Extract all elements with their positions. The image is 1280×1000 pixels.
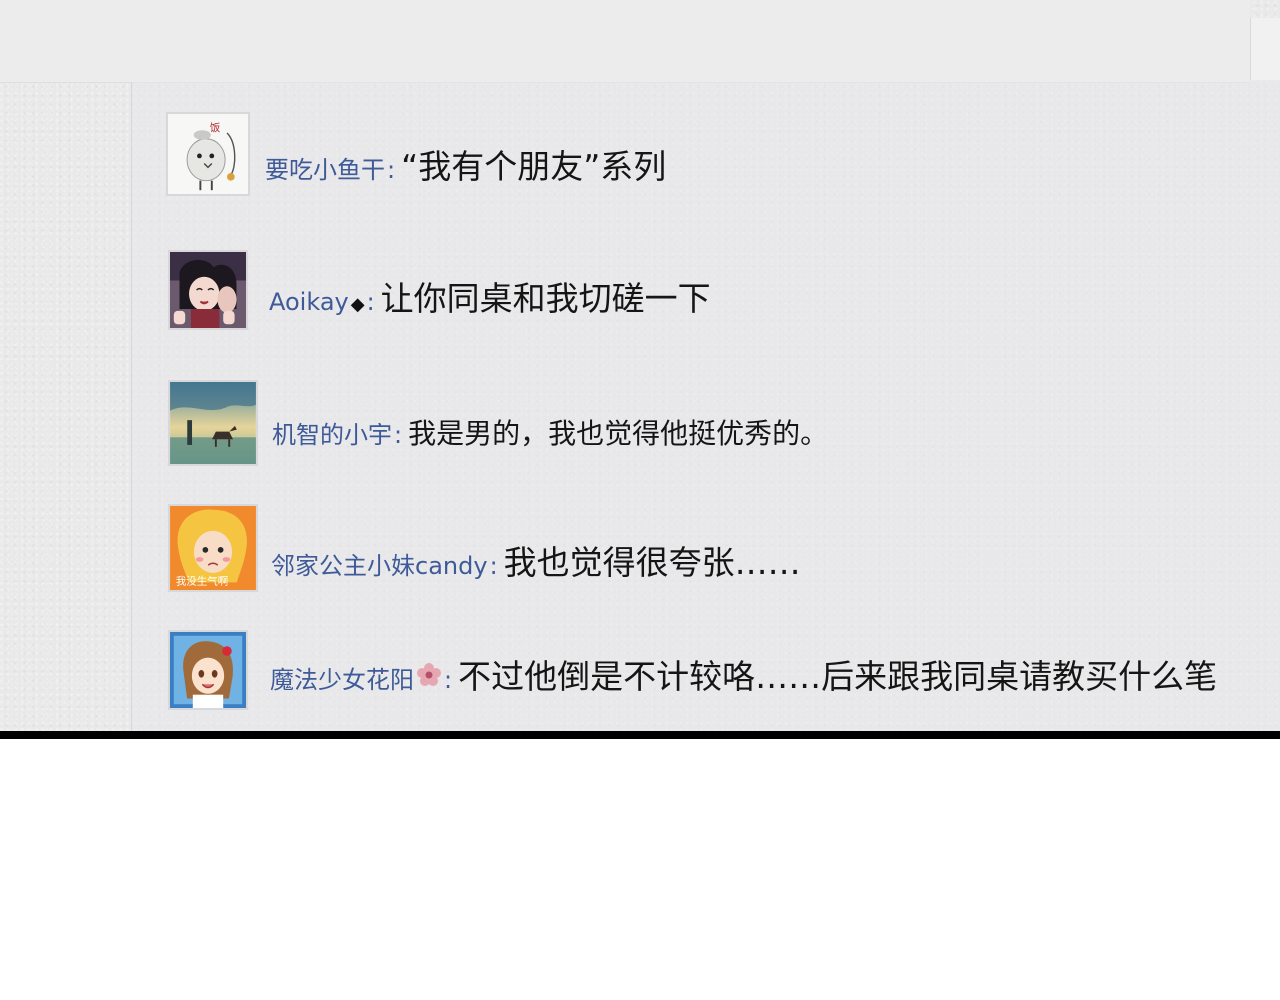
avatar[interactable] bbox=[168, 630, 248, 710]
avatar[interactable]: 饭 bbox=[166, 112, 250, 196]
comment-username[interactable]: Aoikay bbox=[269, 288, 349, 316]
comment-text: “我有个朋友”系列 bbox=[401, 147, 667, 186]
username-colon: : bbox=[387, 156, 396, 184]
anime-hanayo-avatar-icon bbox=[170, 632, 246, 708]
avatar[interactable]: 我没生气啊 bbox=[168, 504, 258, 592]
comment-panel: 饭 要吃小鱼干 : “我有个朋友”系列 Aoikay ◆: 让你同桌和我切磋一… bbox=[131, 82, 1280, 731]
anime-girl-avatar-icon bbox=[170, 252, 246, 328]
avatar[interactable] bbox=[168, 380, 258, 466]
landscape-avatar-icon bbox=[170, 382, 256, 464]
cartoon-princess-avatar-icon: 我没生气啊 bbox=[170, 506, 256, 590]
right-edge bbox=[1250, 18, 1280, 80]
comment-text: 不过他倒是不计较咯……后来跟我同桌请教买什么笔 bbox=[458, 657, 1218, 696]
paper-background: 饭 要吃小鱼干 : “我有个朋友”系列 Aoikay ◆: 让你同桌和我切磋一… bbox=[0, 0, 1280, 731]
comment-username[interactable]: 机智的小宇 bbox=[272, 415, 392, 450]
comment-username[interactable]: 魔法少女花阳 bbox=[270, 660, 414, 695]
comment-text: 我是男的，我也觉得他挺优秀的。 bbox=[408, 417, 829, 450]
bottom-divider bbox=[0, 731, 1280, 739]
comment-username[interactable]: 要吃小鱼干 bbox=[265, 150, 385, 185]
avatar-glyph: 饭 bbox=[210, 122, 221, 134]
avatar[interactable] bbox=[168, 250, 248, 330]
comment-text: 让你同桌和我切磋一下 bbox=[380, 279, 711, 318]
flower-badge-icon bbox=[417, 663, 441, 686]
top-strip bbox=[0, 0, 1250, 83]
username-colon: : bbox=[394, 421, 403, 449]
comment-text: 我也觉得很夸张…… bbox=[503, 543, 801, 582]
username-colon: : bbox=[366, 288, 375, 316]
avatar-caption: 我没生气啊 bbox=[176, 574, 229, 587]
comment-username[interactable]: 邻家公主小妹candy bbox=[271, 546, 488, 581]
bird-avatar-icon: 饭 bbox=[168, 114, 248, 194]
diamond-badge-icon: ◆ bbox=[350, 294, 365, 315]
username-colon: : bbox=[489, 552, 498, 580]
username-colon: : bbox=[444, 666, 453, 694]
